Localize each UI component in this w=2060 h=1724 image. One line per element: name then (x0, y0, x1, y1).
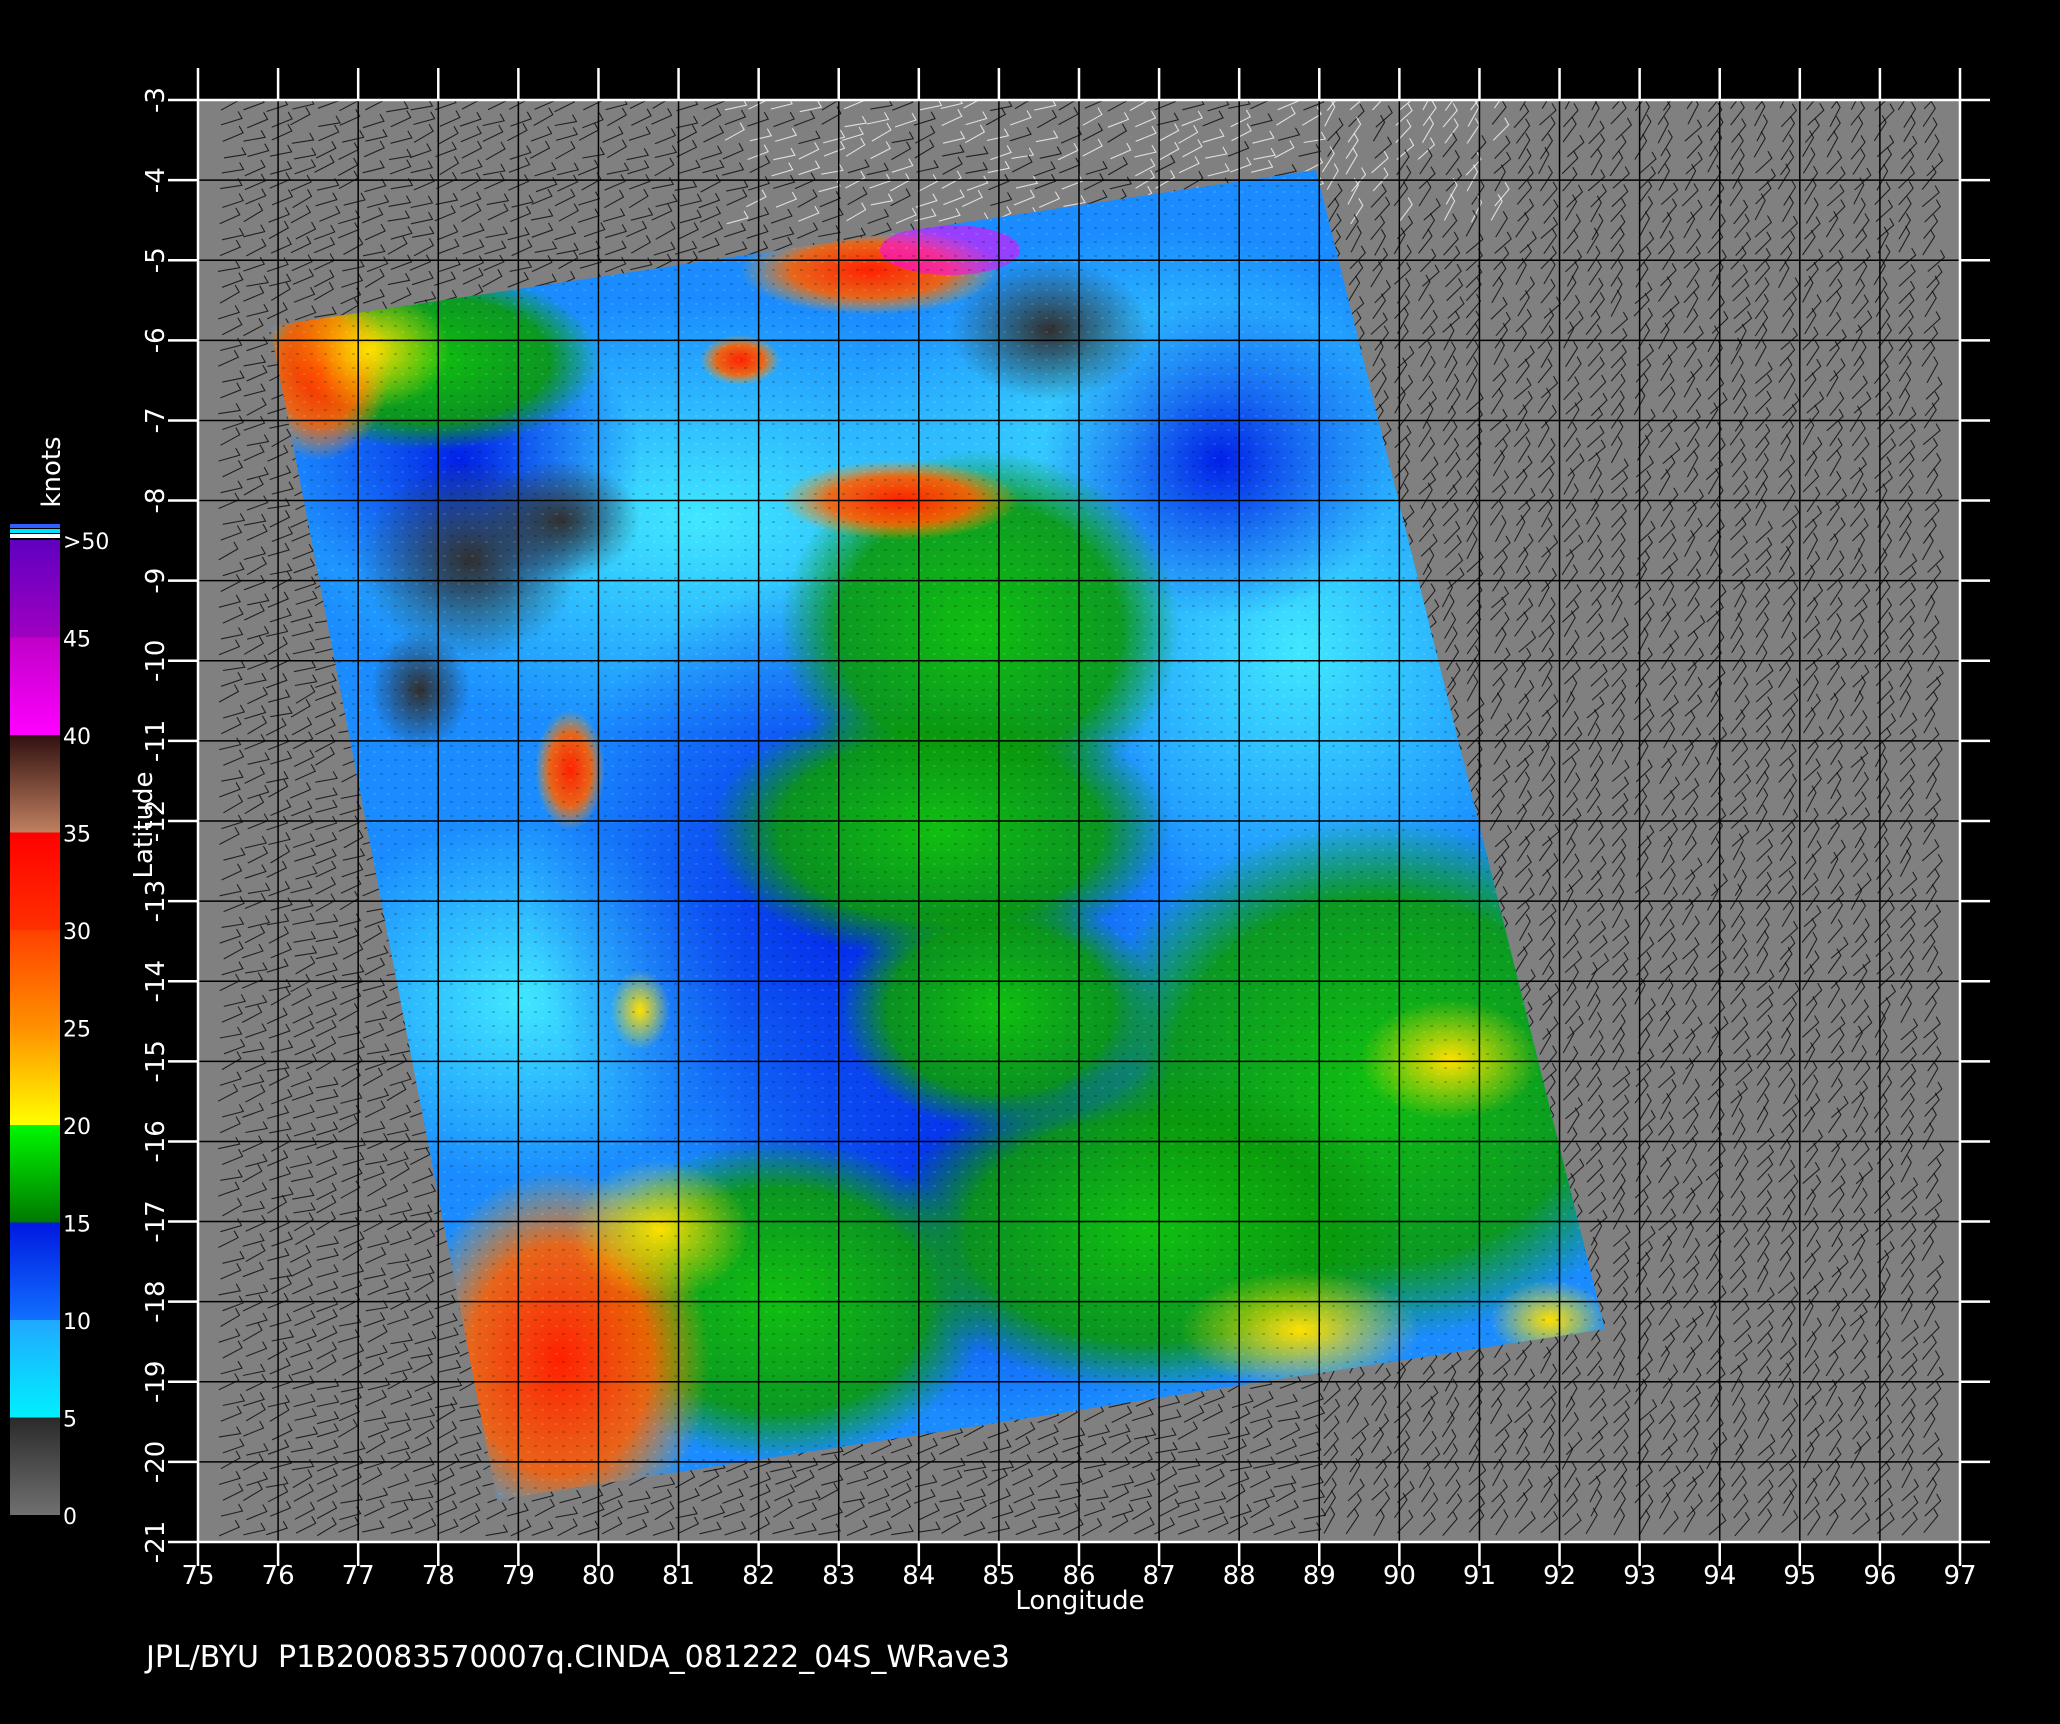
colorbar-label: 20 (63, 1115, 91, 1140)
y-axis-label: Latitude (129, 771, 159, 878)
y-tick-label: -7 (141, 407, 171, 433)
x-tick-label: 83 (822, 1561, 855, 1591)
colorbar-marker (10, 534, 60, 538)
colorbar-marker (10, 524, 60, 528)
colorbar-label: 15 (63, 1213, 91, 1238)
y-tick-label: -14 (141, 960, 171, 1002)
x-tick-label: 81 (662, 1561, 695, 1591)
x-tick-label: 87 (1143, 1561, 1176, 1591)
y-tick-label: -20 (141, 1441, 171, 1483)
y-tick-label: -11 (141, 720, 171, 762)
y-tick-label: -3 (141, 87, 171, 113)
colorbar-band (10, 540, 60, 638)
y-tick-label: -18 (141, 1280, 171, 1322)
x-tick-label: 79 (502, 1561, 535, 1591)
colorbar-band (10, 735, 60, 833)
x-tick-label: 92 (1543, 1561, 1576, 1591)
colorbar-band (10, 1027, 60, 1125)
colorbar-band (10, 1417, 60, 1515)
colorbar-band (10, 1320, 60, 1418)
x-tick-label: 95 (1783, 1561, 1816, 1591)
colorbar-label: >50 (63, 530, 109, 555)
y-tick-label: -16 (141, 1120, 171, 1162)
y-tick-label: -8 (141, 488, 171, 514)
colorbar-label: 35 (63, 823, 91, 848)
colorbar-band (10, 832, 60, 930)
colorbar (10, 524, 60, 1515)
x-tick-label: 90 (1383, 1561, 1416, 1591)
x-tick-label: 77 (342, 1561, 375, 1591)
x-tick-label: 76 (262, 1561, 295, 1591)
y-tick-label: -19 (141, 1361, 171, 1403)
colorbar-band (10, 1222, 60, 1320)
x-tick-label: 93 (1623, 1561, 1656, 1591)
colorbar-label: 40 (63, 725, 91, 750)
y-tick-label: -17 (141, 1200, 171, 1242)
x-tick-label: 78 (422, 1561, 455, 1591)
x-tick-label: 91 (1463, 1561, 1496, 1591)
wind-map-figure: 75 76 77 78 79 80 81 82 83 84 85 86 87 88 89 90 91 92 93 94… (0, 0, 2060, 1720)
y-tick-label: -5 (141, 247, 171, 273)
colorbar-labels: >50 45 40 35 30 25 20 15 10 5 0 (63, 530, 109, 1530)
colorbar-label: 10 (63, 1310, 91, 1335)
x-tick-label: 85 (982, 1561, 1015, 1591)
colorbar-band (10, 637, 60, 735)
y-tick-label: -21 (141, 1521, 171, 1563)
y-tick-label: -6 (141, 327, 171, 353)
x-tick-label: 97 (1943, 1561, 1976, 1591)
x-tick-label: 80 (582, 1561, 615, 1591)
x-axis-label: Longitude (1015, 1586, 1144, 1616)
x-tick-label: 75 (181, 1561, 214, 1591)
y-tick-label: -9 (141, 568, 171, 594)
colorbar-marker (10, 529, 60, 533)
colorbar-label: 45 (63, 628, 91, 653)
colorbar-band (10, 930, 60, 1028)
x-tick-label: 84 (902, 1561, 935, 1591)
y-tick-label: -15 (141, 1040, 171, 1082)
colorbar-label: 5 (63, 1408, 77, 1433)
colorbar-label: 0 (63, 1505, 77, 1530)
y-tick-label: -4 (141, 167, 171, 193)
colorbar-label: 25 (63, 1018, 91, 1043)
y-tick-label: -13 (141, 880, 171, 922)
colorbar-label: 30 (63, 920, 91, 945)
colorbar-unit-label: knots (37, 436, 67, 507)
x-tick-label: 89 (1303, 1561, 1336, 1591)
y-tick-label: -10 (141, 640, 171, 682)
colorbar-band (10, 1125, 60, 1223)
x-tick-label: 82 (742, 1561, 775, 1591)
x-tick-label: 94 (1703, 1561, 1736, 1591)
x-tick-label: 96 (1863, 1561, 1896, 1591)
footer-caption: JPL/BYU P1B20083570007q.CINDA_081222_04S… (146, 1640, 1010, 1675)
x-tick-label: 88 (1223, 1561, 1256, 1591)
